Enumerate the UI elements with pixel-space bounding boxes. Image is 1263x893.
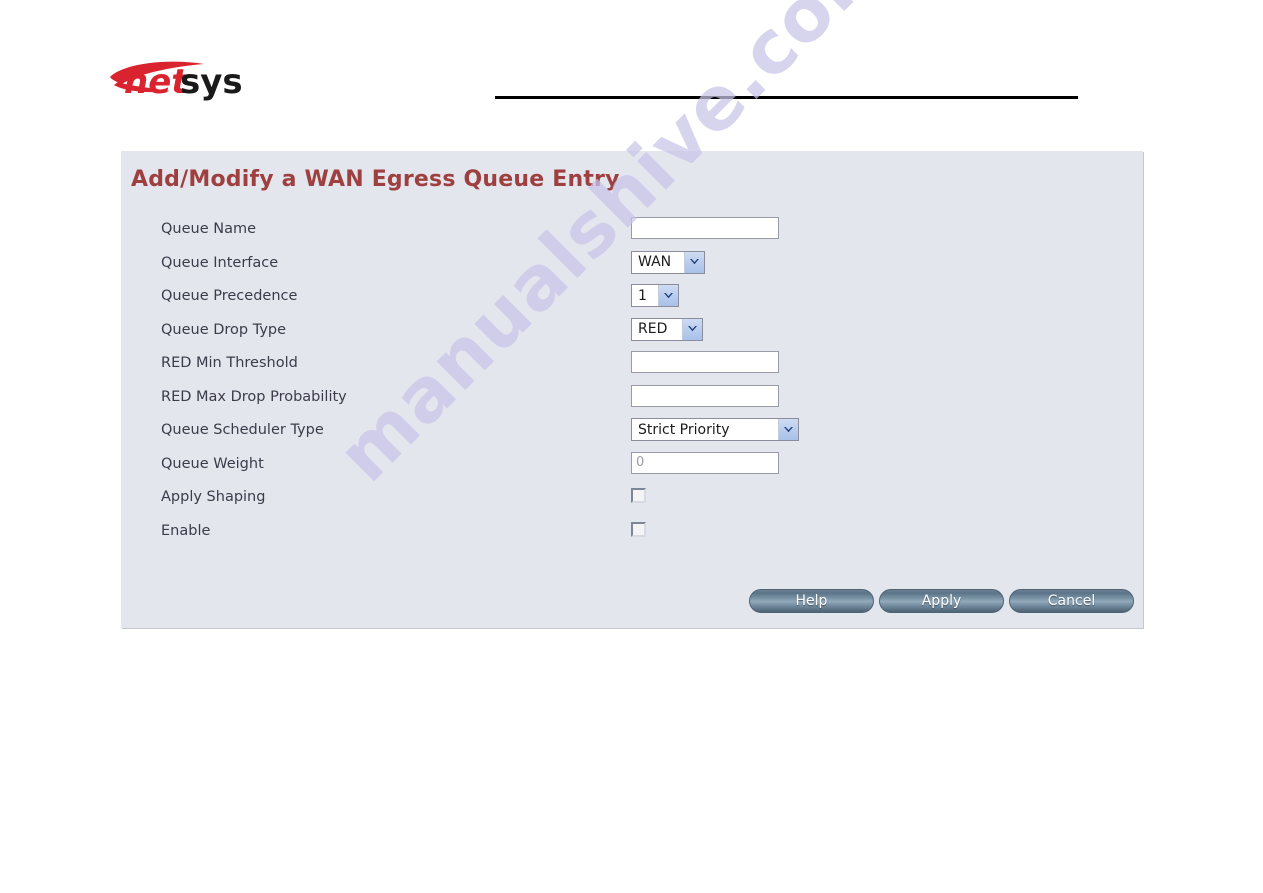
label-queue-weight: Queue Weight — [161, 455, 264, 472]
form-row-red-min-threshold: RED Min Threshold — [121, 351, 1143, 387]
action-button-bar: Help Apply Cancel — [749, 589, 1139, 614]
apply-button[interactable]: Apply — [879, 589, 1004, 613]
queue-name-input[interactable] — [631, 217, 779, 239]
form-row-queue-scheduler-type: Queue Scheduler Type Strict Priority — [121, 418, 1143, 454]
queue-interface-value: WAN — [632, 251, 684, 273]
label-queue-drop-type: Queue Drop Type — [161, 321, 287, 338]
control-queue-scheduler-type: Strict Priority — [631, 418, 799, 441]
queue-precedence-value: 1 — [632, 285, 658, 306]
form-row-queue-name: Queue Name — [121, 217, 1143, 253]
label-queue-name: Queue Name — [161, 221, 257, 237]
queue-drop-type-value: RED — [632, 318, 682, 340]
red-max-drop-probability-input[interactable] — [631, 384, 779, 407]
apply-shaping-checkbox[interactable] — [631, 488, 646, 503]
cancel-button[interactable]: Cancel — [1009, 589, 1134, 613]
netsys-logo: net sys — [108, 55, 248, 103]
queue-entry-form: Queue Name Queue Interface WAN Queue Pre… — [121, 217, 1143, 555]
label-enable: Enable — [161, 522, 211, 539]
control-queue-drop-type: RED — [631, 317, 703, 341]
form-row-queue-drop-type: Queue Drop Type RED — [121, 317, 1143, 354]
queue-drop-type-select[interactable]: RED — [631, 317, 703, 341]
header-divider-rule — [495, 96, 1078, 99]
label-queue-interface: Queue Interface — [161, 254, 279, 271]
chevron-down-icon[interactable] — [778, 419, 798, 440]
red-min-threshold-input[interactable] — [631, 351, 779, 373]
form-row-queue-interface: Queue Interface WAN — [121, 250, 1143, 287]
control-red-max-drop-probability — [631, 384, 779, 407]
queue-scheduler-type-select[interactable]: Strict Priority — [631, 418, 799, 441]
form-row-queue-weight: Queue Weight — [121, 451, 1143, 488]
queue-weight-input[interactable] — [631, 451, 779, 474]
chevron-down-icon[interactable] — [682, 318, 702, 340]
queue-entry-panel: Add/Modify a WAN Egress Queue Entry Queu… — [121, 151, 1143, 628]
control-apply-shaping — [631, 485, 646, 503]
form-row-apply-shaping: Apply Shaping — [121, 487, 1143, 521]
page-header: net sys — [0, 0, 1263, 140]
label-queue-scheduler-type: Queue Scheduler Type — [161, 422, 324, 438]
control-queue-interface: WAN — [631, 250, 705, 274]
label-queue-precedence: Queue Precedence — [161, 288, 298, 304]
form-row-enable: Enable — [121, 521, 1143, 555]
chevron-down-icon[interactable] — [684, 251, 704, 273]
form-row-red-max-drop-probability: RED Max Drop Probability — [121, 384, 1143, 421]
queue-precedence-select[interactable]: 1 — [631, 284, 679, 307]
label-red-max-drop-probability: RED Max Drop Probability — [161, 388, 347, 405]
control-queue-precedence: 1 — [631, 284, 679, 307]
control-red-min-threshold — [631, 351, 779, 373]
enable-checkbox[interactable] — [631, 521, 646, 537]
label-apply-shaping: Apply Shaping — [161, 489, 266, 505]
control-queue-name — [631, 217, 779, 239]
page-title: Add/Modify a WAN Egress Queue Entry — [131, 167, 620, 192]
form-row-queue-precedence: Queue Precedence 1 — [121, 284, 1143, 320]
control-queue-weight — [631, 451, 779, 474]
label-red-min-threshold: RED Min Threshold — [161, 355, 298, 371]
control-enable — [631, 519, 646, 537]
queue-scheduler-type-value: Strict Priority — [632, 419, 778, 440]
chevron-down-icon[interactable] — [658, 285, 678, 306]
help-button[interactable]: Help — [749, 589, 874, 613]
queue-interface-select[interactable]: WAN — [631, 250, 705, 274]
svg-text:sys: sys — [180, 62, 243, 102]
